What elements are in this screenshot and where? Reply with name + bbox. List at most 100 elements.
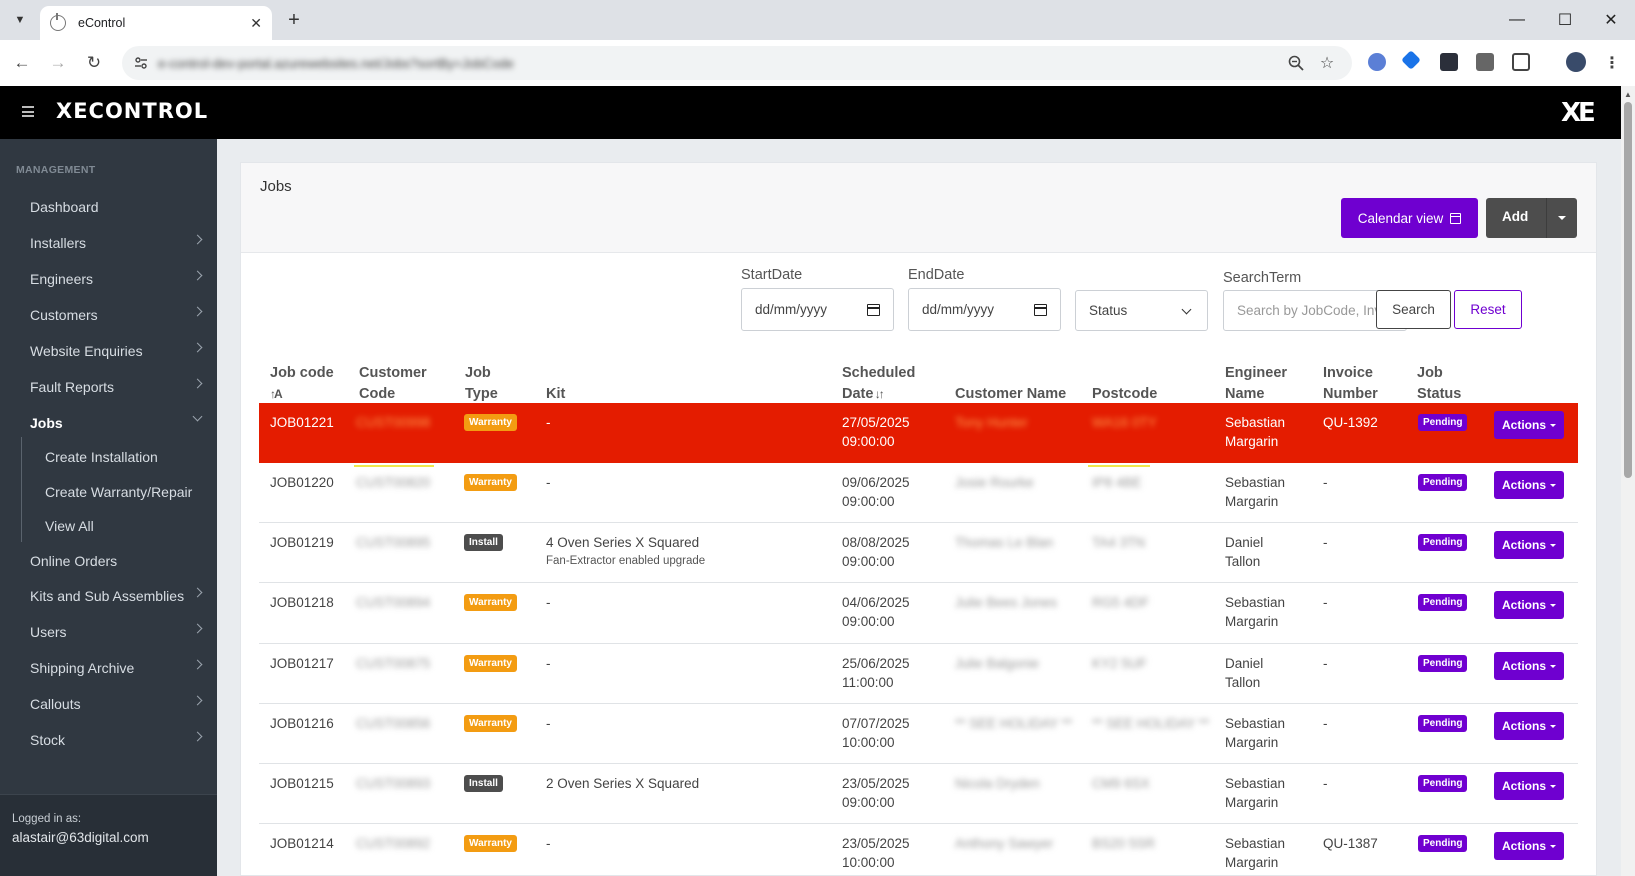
table-row[interactable]: JOB01220 CUST00820 Warranty - 09/06/2025 09:0… [259,463,1578,523]
table-row[interactable]: JOB01215 CUST00893 Install 2 Oven Series X … [259,764,1578,824]
add-dropdown-caret-icon[interactable] [1558,216,1566,220]
table-row[interactable]: JOB01214 CUST00892 Warranty - 23/05/2025 10:0… [259,824,1578,876]
col-header-job-status[interactable]: Job Status [1417,363,1461,405]
actions-button[interactable]: Actions [1494,712,1564,740]
sidebar-subitem-create-installation[interactable]: Create Installation [45,442,158,472]
scheduled-time: 10:00:00 [842,855,895,870]
col-header-job-code[interactable]: Job code ↑A [270,363,334,405]
col-header-job-type[interactable]: Job Type [465,363,498,405]
status-badge: Pending [1418,835,1468,852]
extension-4-icon[interactable] [1476,53,1494,71]
col-header-scheduled-date[interactable]: Scheduled Date ↓↑ [842,363,915,405]
extensions-puzzle-icon[interactable] [1512,53,1530,71]
sidebar-subitem-create-warranty-repair[interactable]: Create Warranty/Repair [45,477,192,507]
actions-button[interactable]: Actions [1494,471,1564,499]
sidebar-item-customers[interactable]: Customers [0,299,217,331]
engineer-first-name: Sebastian [1225,716,1286,731]
status-select[interactable]: Status [1075,290,1208,331]
engineer-last-name: Margarin [1225,735,1279,750]
extension-3-icon[interactable] [1440,53,1458,71]
table-row[interactable]: JOB01217 CUST00875 Warranty - 25/06/2025 11:0… [259,644,1578,704]
bookmark-star-icon[interactable]: ☆ [1315,51,1339,75]
sidebar-item-jobs[interactable]: Jobs [0,407,217,439]
hamburger-menu-icon[interactable] [22,106,34,117]
kit-name: - [546,716,551,731]
sidebar-item-installers[interactable]: Installers [0,227,217,259]
sidebar-item-kits-and-sub-assemblies[interactable]: Kits and Sub Assemblies [0,580,217,612]
extension-1-icon[interactable] [1368,53,1386,71]
sidebar-item-fault-reports[interactable]: Fault Reports [0,371,217,403]
calendar-icon[interactable] [867,304,880,316]
col-header-kit[interactable]: Kit [546,384,565,405]
forward-icon[interactable]: → [46,51,70,75]
search-button[interactable]: Search [1376,290,1451,329]
col-header-engineer-name[interactable]: Engineer Name [1225,363,1287,405]
site-settings-icon[interactable] [134,56,148,70]
actions-button[interactable]: Actions [1494,772,1564,800]
tab-search-chevron-icon[interactable]: ▼ [8,8,32,32]
sidebar-heading: MANAGEMENT [16,164,96,176]
reset-button[interactable]: Reset [1454,290,1522,329]
zoom-icon[interactable] [1284,51,1308,75]
browser-menu-icon[interactable]: ⋮ [1600,51,1624,75]
table-row[interactable]: JOB01218 CUST00894 Warranty - 04/06/2025 09:0… [259,583,1578,644]
app-logo[interactable]: XECONTROL [56,99,208,123]
calendar-icon[interactable] [1034,304,1047,316]
actions-button[interactable]: Actions [1494,652,1564,680]
sort-icon[interactable]: ↓↑ [873,387,885,401]
kit-option: Fan-Extractor enabled upgrade [546,555,706,567]
minimize-icon[interactable]: — [1502,8,1532,32]
table-row[interactable]: JOB01216 CUST00856 Warranty - 07/07/2025 10:0… [259,704,1578,764]
sidebar-item-website-enquiries[interactable]: Website Enquiries [0,335,217,367]
chevron-right-icon [192,342,203,353]
new-tab-icon[interactable]: + [282,8,306,32]
sidebar-subitem-view-all[interactable]: View All [45,511,94,541]
page-scrollbar[interactable]: ▲ [1621,86,1635,876]
add-button[interactable]: Add [1486,198,1577,238]
sidebar-item-online-orders[interactable]: Online Orders [0,545,217,577]
url-text: e-control-dev-portal.azurewebsites.net/J… [158,55,514,71]
close-window-icon[interactable]: ✕ [1596,8,1626,32]
actions-button[interactable]: Actions [1494,591,1564,619]
back-icon[interactable]: ← [10,51,34,75]
sort-asc-icon[interactable]: ↑A [270,384,334,405]
col-header-label: Status [1417,386,1462,402]
engineer-last-name: Margarin [1225,855,1279,870]
table-row[interactable]: JOB01221 CUST00998 Warranty - 27/05/2025 09:0… [259,403,1578,463]
col-header-customer-name[interactable]: Customer Name [955,384,1066,405]
table-row[interactable]: JOB01219 CUST00895 Install 4 Oven Series X … [259,523,1578,583]
scroll-up-icon[interactable]: ▲ [1624,90,1632,99]
maximize-icon[interactable]: ☐ [1550,8,1580,32]
close-tab-icon[interactable]: ✕ [250,15,262,32]
start-date-input[interactable]: dd/mm/yyyy [741,288,894,331]
sidebar-item-users[interactable]: Users [0,616,217,648]
postcode: IP8 4BE [1092,475,1142,490]
sidebar-item-engineers[interactable]: Engineers [0,263,217,295]
col-header-invoice-number[interactable]: Invoice Number [1323,363,1378,405]
customer-name: Thomas Le Blan [955,535,1054,550]
url-field[interactable]: e-control-dev-portal.azurewebsites.net/J… [122,46,1352,80]
sidebar-item-callouts[interactable]: Callouts [0,688,217,720]
scroll-thumb[interactable] [1624,102,1632,478]
col-header-postcode[interactable]: Postcode [1092,384,1157,405]
profile-avatar-icon[interactable] [1566,52,1586,72]
calendar-view-button[interactable]: Calendar view [1341,198,1478,238]
reload-icon[interactable]: ↻ [82,51,106,75]
actions-button[interactable]: Actions [1494,411,1564,439]
sidebar-item-shipping-archive[interactable]: Shipping Archive [0,652,217,684]
actions-button[interactable]: Actions [1494,832,1564,860]
sidebar-item-stock[interactable]: Stock [0,724,217,756]
job-code: JOB01219 [270,535,334,550]
invoice-number: QU-1387 [1323,836,1378,851]
customer-code: CUST00895 [356,535,431,550]
extension-2-icon[interactable] [1401,50,1421,70]
sidebar-item-dashboard[interactable]: Dashboard [0,191,217,223]
engineer-last-name: Tallon [1225,675,1261,690]
end-date-input[interactable]: dd/mm/yyyy [908,288,1061,331]
scheduled-time: 10:00:00 [842,735,895,750]
scheduled-time: 09:00:00 [842,554,895,569]
browser-tab[interactable]: eControl ✕ [40,6,272,40]
actions-button[interactable]: Actions [1494,531,1564,559]
col-header-customer-code[interactable]: Customer Code [359,363,427,405]
job-code: JOB01215 [270,776,334,791]
